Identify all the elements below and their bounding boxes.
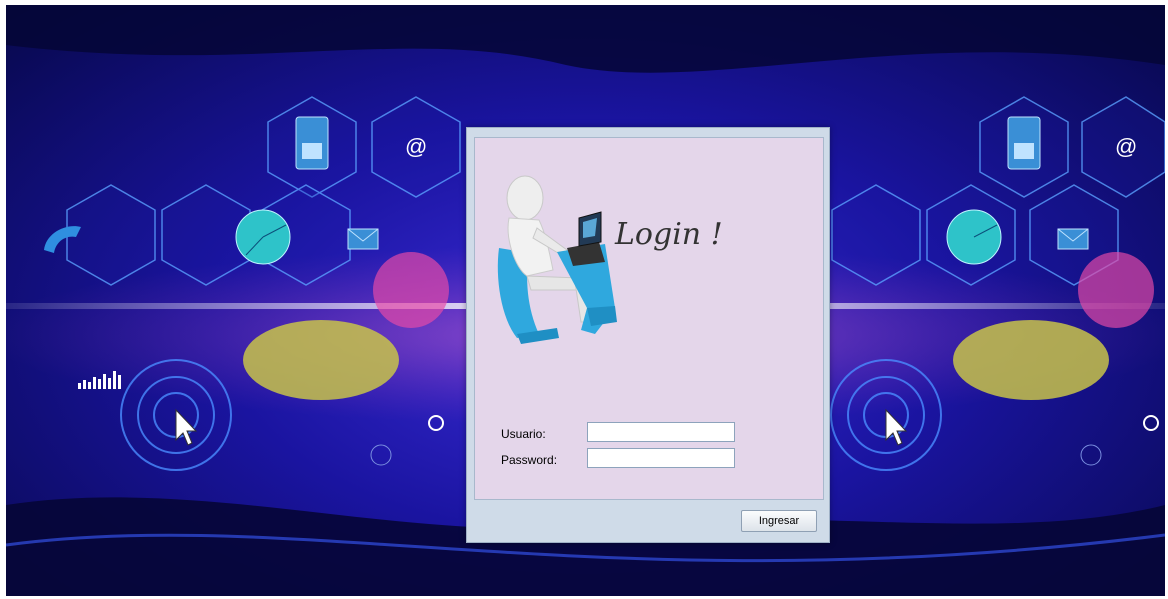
- svg-text:@: @: [405, 134, 427, 159]
- svg-text:@: @: [1115, 134, 1137, 159]
- person-at-laptop-icon: Login !: [497, 175, 723, 344]
- ingresar-button[interactable]: Ingresar: [741, 510, 817, 532]
- usuario-input[interactable]: [587, 422, 735, 442]
- usuario-label: Usuario:: [501, 427, 546, 441]
- login-handwritten-text: Login !: [614, 217, 723, 252]
- password-input[interactable]: [587, 448, 735, 468]
- password-label: Password:: [501, 453, 558, 467]
- login-dialog: Login ! Usuario: Password: Ingresar: [466, 127, 830, 543]
- login-panel: Login ! Usuario: Password:: [474, 137, 824, 500]
